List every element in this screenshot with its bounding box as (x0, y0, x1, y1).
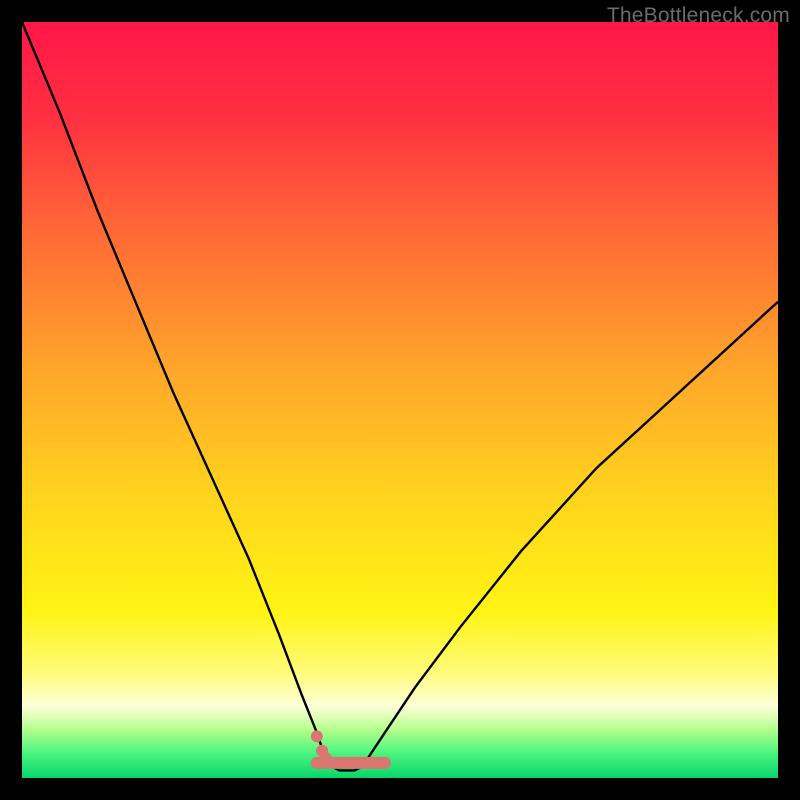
marker-dot (311, 730, 323, 742)
chart-stage: TheBottleneck.com (0, 0, 800, 800)
chart-plot-area (22, 22, 778, 778)
attribution-label: TheBottleneck.com (607, 4, 790, 28)
gradient-background (22, 22, 778, 778)
marker-dot (320, 752, 332, 764)
